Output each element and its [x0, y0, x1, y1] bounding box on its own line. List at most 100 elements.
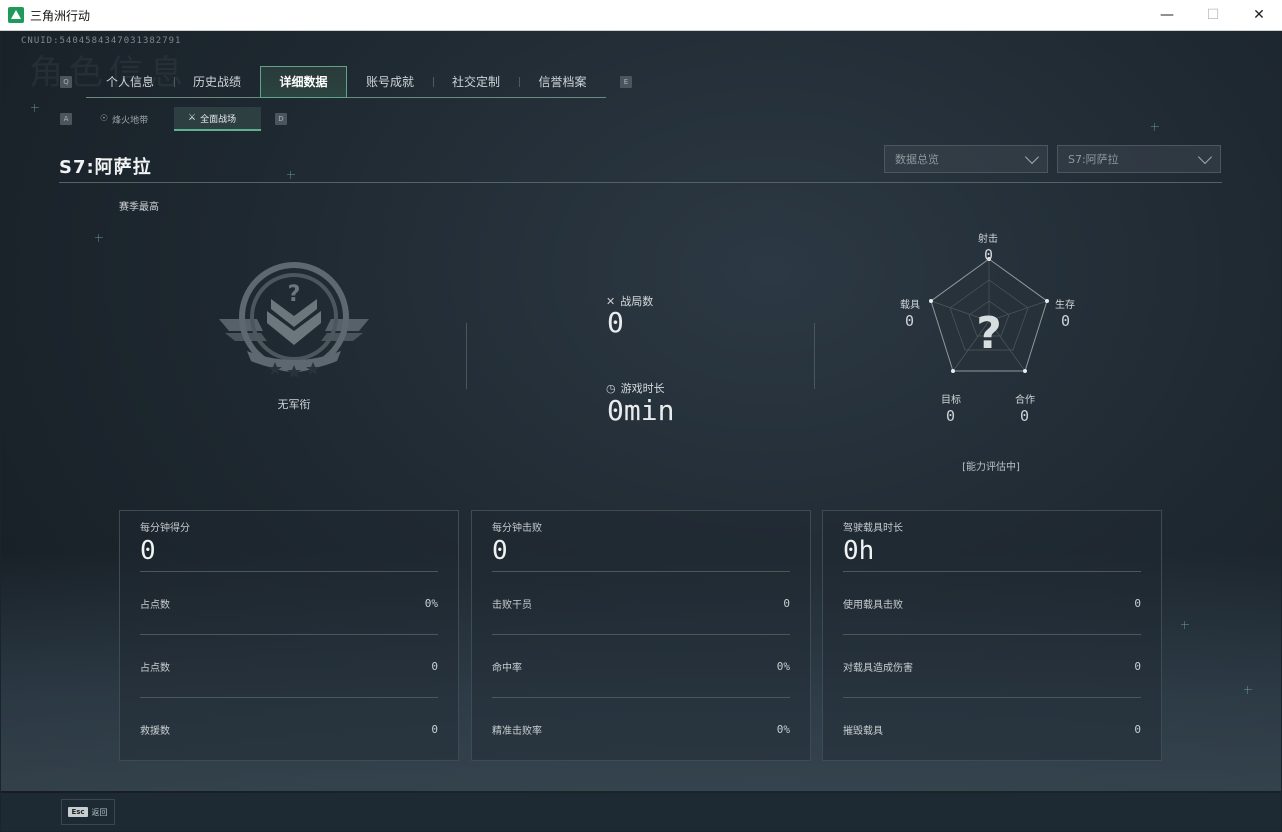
row-label: 占点数 [140, 662, 170, 674]
tab-detailed-data[interactable]: 详细数据 [260, 65, 347, 98]
season-best-label: 赛季最高 [119, 202, 159, 213]
chevron-down-icon [1024, 149, 1040, 164]
subtab-label: 烽火地带 [112, 115, 149, 126]
row-label: 摧毁载具 [843, 725, 883, 737]
card-row: 占点数 0 [140, 634, 438, 697]
decor-crosshair-icon [287, 171, 295, 179]
tab-label: 详细数据 [279, 75, 328, 89]
radar-axis-value: 0 [1020, 407, 1030, 425]
card-row: 摧毁载具 0 [843, 697, 1141, 760]
row-value: 0 [431, 722, 438, 736]
season-dropdown[interactable]: S7:阿萨拉 [1057, 145, 1221, 173]
stat-card-vehicle: 驾驶载具时长 0h 使用载具击败 0 对载具造成伤害 0 摧毁载具 0 [822, 510, 1162, 761]
decor-crosshair-icon [1244, 686, 1252, 694]
radar-axis-label: 合作 [1015, 395, 1035, 406]
matches-value: 0 [607, 306, 624, 339]
back-button[interactable]: Esc 返回 [61, 799, 115, 825]
card-value: 0 [140, 536, 156, 566]
row-label: 对载具造成伤害 [843, 662, 913, 674]
radar-axis-label: 目标 [941, 395, 961, 406]
player-cnuid: CNUID:5404584347031382791 [21, 36, 182, 46]
playtime-value: 0min [607, 394, 675, 427]
window-titlebar: 三角洲行动 — ☐ ✕ [0, 0, 1282, 31]
decor-crosshair-icon [1151, 123, 1159, 131]
season-title: S7:阿萨拉 [59, 157, 152, 178]
card-row: 对载具造成伤害 0 [843, 634, 1141, 697]
subtab-prev-key-hint[interactable]: A [60, 113, 72, 125]
warfare-icon: ⚔ [188, 113, 197, 123]
tab-history[interactable]: 历史战绩 [174, 66, 260, 98]
tab-label: 信誉档案 [538, 75, 587, 89]
app-logo-icon [8, 7, 24, 23]
rank-emblem-icon: ? [219, 262, 369, 378]
radar-axis-value: 0 [946, 407, 956, 425]
main-tabbar: 个人信息 历史战绩 详细数据 账号成就 社交定制 信誉档案 [86, 65, 606, 98]
card-row: 救援数 0 [140, 697, 438, 760]
tab-label: 账号成就 [365, 75, 414, 89]
radar-status: [能力评估中] [962, 462, 1020, 473]
row-value: 0 [431, 659, 438, 673]
matches-label-text: 战局数 [620, 295, 654, 308]
clock-icon: ◷ [606, 381, 616, 395]
card-row: 击败干员 0 [492, 571, 790, 634]
close-button[interactable]: ✕ [1236, 0, 1282, 30]
tab-prev-key-hint[interactable]: Q [60, 76, 72, 88]
radar-axis-label: 生存 [1055, 300, 1075, 311]
tab-personal-info[interactable]: 个人信息 [86, 66, 174, 98]
tab-label: 社交定制 [451, 75, 500, 89]
radar-axis-label: 载具 [900, 300, 920, 311]
row-value: 0 [783, 596, 790, 610]
section-divider [466, 323, 467, 389]
footer-bar: Esc 返回 [1, 793, 1281, 831]
svg-text:?: ? [288, 282, 301, 307]
decor-crosshair-icon [1181, 621, 1189, 629]
tab-next-key-hint[interactable]: E [620, 76, 632, 88]
dropdown-value: S7:阿萨拉 [1068, 153, 1119, 166]
subtab-next-key-hint[interactable]: D [275, 113, 287, 125]
row-label: 命中率 [492, 662, 522, 674]
row-label: 占点数 [140, 599, 170, 611]
section-divider [814, 323, 815, 389]
window-controls: — ☐ ✕ [1144, 0, 1282, 30]
tab-achievements[interactable]: 账号成就 [347, 66, 433, 98]
subtab-operation-zone[interactable]: ☉ 烽火地带 [86, 107, 174, 131]
card-title: 每分钟得分 [140, 523, 190, 534]
game-viewport: 角色信息 CNUID:5404584347031382791 Q 个人信息 历史… [1, 31, 1281, 831]
row-label: 精准击败率 [492, 725, 542, 737]
rank-name: 无军衔 [277, 398, 311, 411]
stat-card-score: 每分钟得分 0 占点数 0% 占点数 0 救援数 0 [119, 510, 459, 761]
radar-center-mark: ? [976, 308, 1002, 359]
esc-key-hint: Esc [68, 807, 88, 817]
dropdown-value: 数据总览 [895, 153, 939, 166]
minimize-button[interactable]: — [1144, 0, 1190, 30]
card-value: 0h [843, 536, 875, 566]
tab-social-customize[interactable]: 社交定制 [433, 66, 519, 98]
row-value: 0% [424, 596, 438, 610]
row-value: 0% [776, 722, 790, 736]
mode-subtabs: ☉ 烽火地带 ⚔ 全面战场 [86, 107, 261, 131]
decor-crosshair-icon [95, 234, 103, 242]
row-value: 0 [1134, 659, 1141, 673]
row-label: 使用载具击败 [843, 599, 903, 611]
radar-axis-value: 0 [905, 312, 915, 330]
window-title: 三角洲行动 [30, 8, 91, 23]
row-value: 0 [1134, 722, 1141, 736]
view-dropdown[interactable]: 数据总览 [884, 145, 1048, 173]
card-row: 使用载具击败 0 [843, 571, 1141, 634]
radar-axis-value: 0 [984, 246, 994, 264]
radar-axis-value: 0 [1061, 312, 1071, 330]
stat-card-kills: 每分钟击败 0 击败干员 0 命中率 0% 精准击败率 0% [471, 510, 811, 761]
tab-reputation[interactable]: 信誉档案 [519, 66, 606, 98]
card-row: 精准击败率 0% [492, 697, 790, 760]
card-title: 驾驶载具时长 [843, 523, 903, 534]
row-label: 救援数 [140, 725, 170, 737]
card-row: 命中率 0% [492, 634, 790, 697]
radar-axis-label: 射击 [978, 234, 998, 245]
subtab-warfare[interactable]: ⚔ 全面战场 [174, 107, 261, 131]
row-label: 击败干员 [492, 599, 532, 611]
tab-label: 个人信息 [105, 75, 154, 89]
tab-label: 历史战绩 [192, 75, 241, 89]
maximize-button[interactable]: ☐ [1190, 0, 1236, 30]
card-title: 每分钟击败 [492, 523, 542, 534]
row-value: 0 [1134, 596, 1141, 610]
